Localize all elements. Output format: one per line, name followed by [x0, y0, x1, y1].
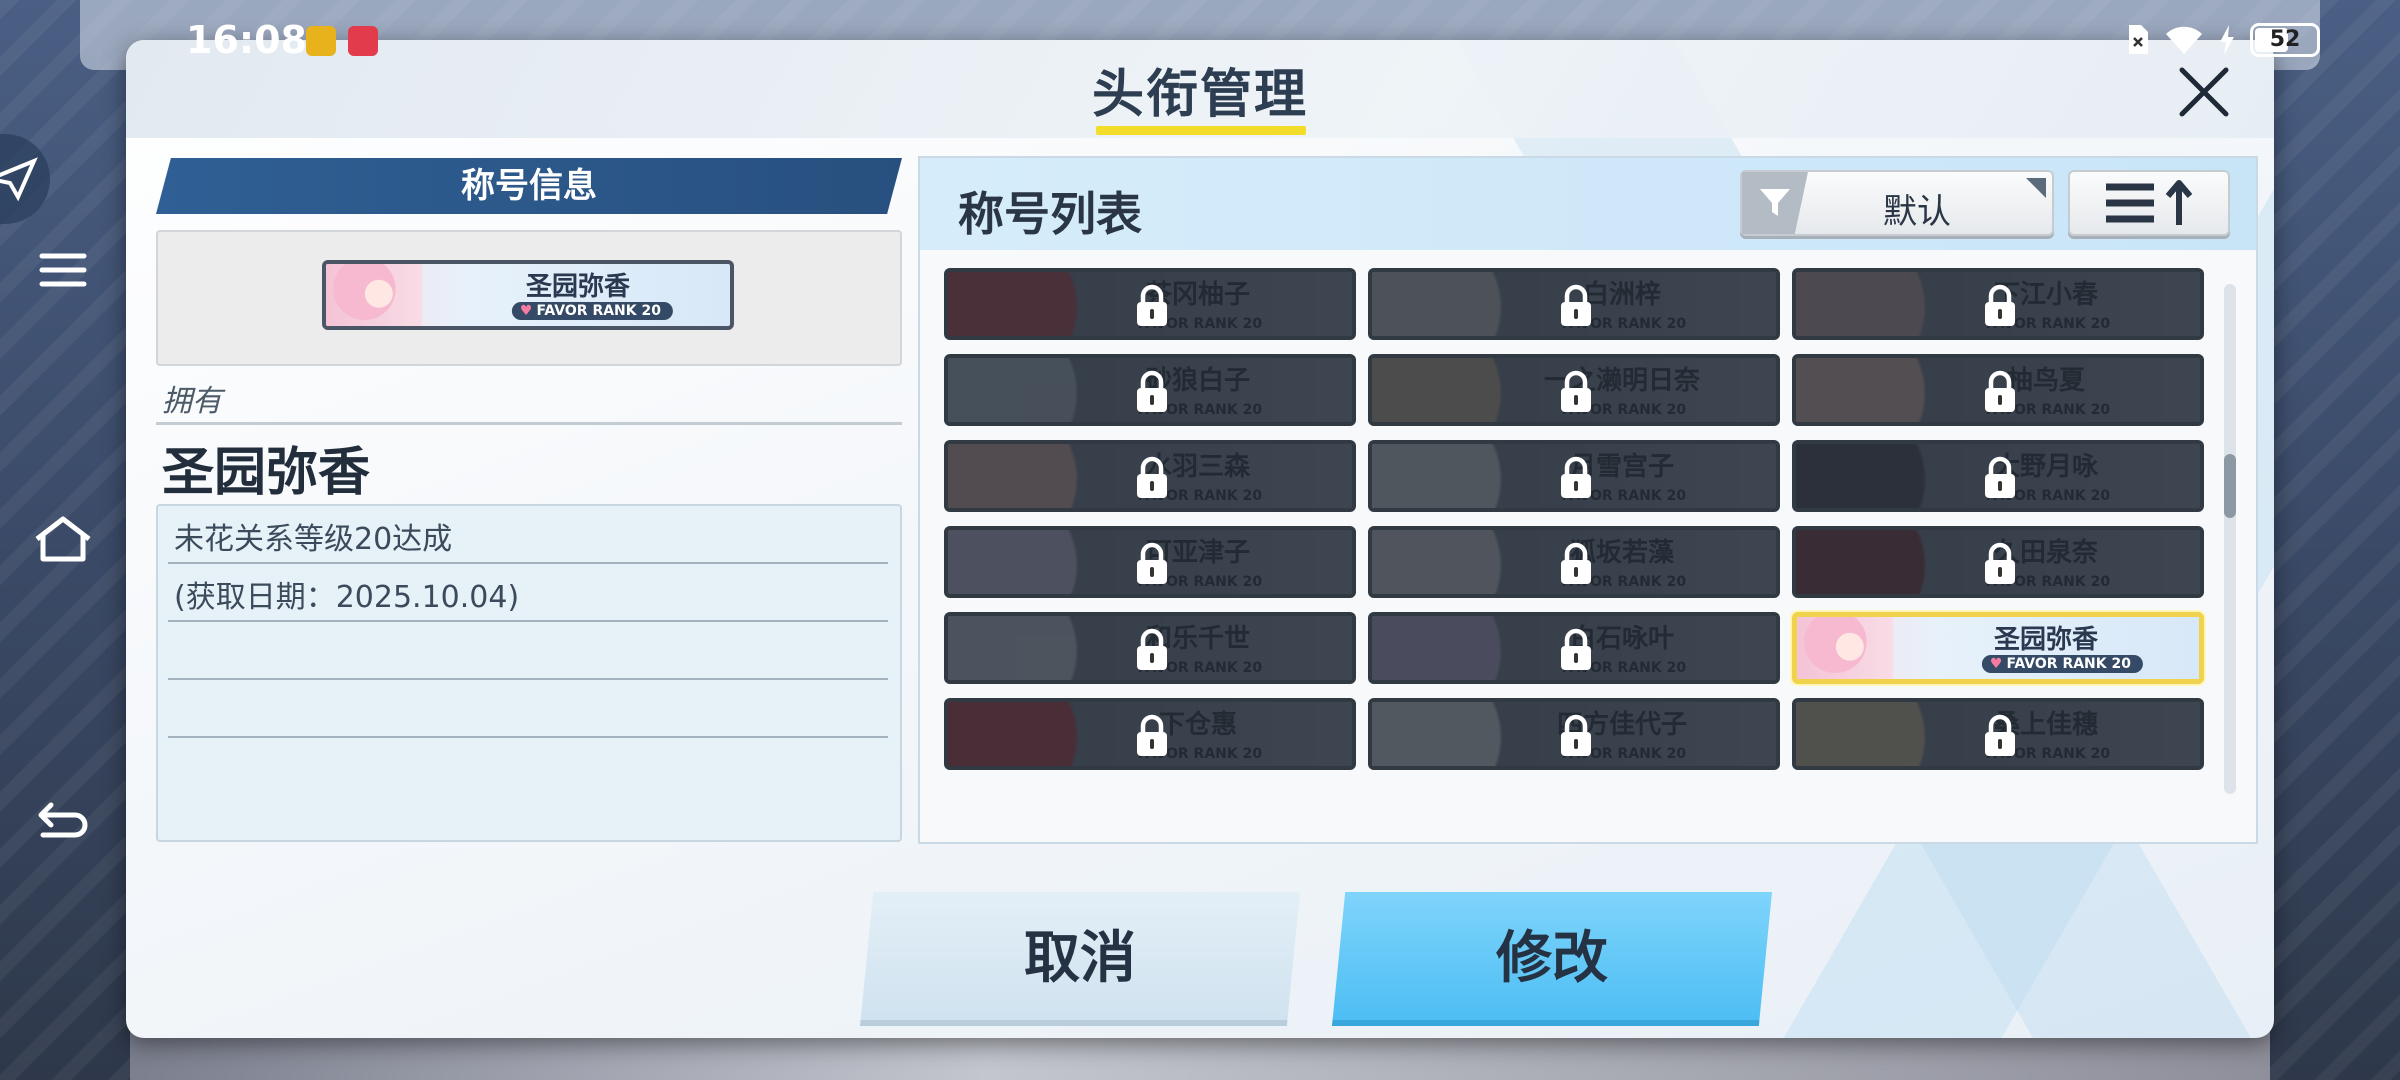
side-navigation — [0, 0, 126, 1080]
lock-icon — [1561, 628, 1591, 670]
lock-icon — [1137, 628, 1167, 670]
heart-icon: ♥ — [519, 303, 533, 319]
title-tile[interactable]: 大野月咏FAVOR RANK 20 — [1792, 440, 2204, 512]
home-button[interactable] — [28, 508, 98, 568]
owned-divider — [156, 422, 902, 425]
title-tile[interactable]: 桑上佳穗FAVOR RANK 20 — [1792, 698, 2204, 770]
title-preview-box: 圣园弥香 ♥ FAVOR RANK 20 — [156, 230, 902, 366]
cancel-button[interactable]: 取消 — [860, 892, 1300, 1026]
description-rule — [168, 678, 888, 680]
badge-title-name: 圣园弥香 — [525, 272, 630, 302]
battery-level: 52 — [2269, 27, 2301, 52]
character-portrait — [1797, 617, 1893, 679]
title-tile[interactable]: 圣园弥香 ♥ FAVOR RANK 20 — [1792, 612, 2204, 684]
lock-icon — [1561, 456, 1591, 498]
send-icon — [0, 157, 38, 202]
lock-icon — [1985, 456, 2015, 498]
title-description-box: 未花关系等级20达成 (获取日期：2025.10.04) — [156, 504, 902, 842]
title-underline — [1096, 126, 1306, 135]
status-time: 16:08 — [186, 18, 307, 62]
modify-button[interactable]: 修改 — [1332, 892, 1772, 1026]
arrow-up-icon — [2165, 180, 2193, 225]
title-tile[interactable]: 下仓惠FAVOR RANK 20 — [944, 698, 1356, 770]
title-tile[interactable]: 砂狼白子FAVOR RANK 20 — [944, 354, 1356, 426]
lock-icon — [1985, 542, 2015, 584]
sort-list-icon — [2106, 183, 2154, 223]
title-tile[interactable]: 久田泉奈FAVOR RANK 20 — [1792, 526, 2204, 598]
title-tile[interactable]: 白洲梓FAVOR RANK 20 — [1368, 268, 1780, 340]
description-rule — [168, 562, 888, 564]
share-button[interactable] — [0, 134, 50, 224]
title-tile-name: 圣园弥香 — [1993, 625, 2098, 655]
title-list-panel: 称号列表 默认 茶冈柚子FAVOR RANK 20白洲梓FAVOR RANK 2… — [918, 156, 2258, 844]
lock-icon — [1985, 370, 2015, 412]
lock-icon — [1137, 284, 1167, 326]
character-portrait — [326, 264, 422, 326]
back-icon — [38, 802, 88, 838]
title-tile[interactable]: 月雪宫子FAVOR RANK 20 — [1368, 440, 1780, 512]
title-tile[interactable]: 狐坂若藻FAVOR RANK 20 — [1368, 526, 1780, 598]
owned-label: 拥有 — [162, 384, 222, 419]
battery-icon: 52 — [2250, 23, 2320, 57]
back-button[interactable] — [28, 794, 98, 854]
title-management-dialog: 头衔管理 称号信息 圣园弥香 ♥ FAVOR RANK 20 拥有 圣园弥香 未花… — [126, 40, 2274, 1038]
heart-icon: ♥ — [1989, 656, 2003, 672]
title-grid: 茶冈柚子FAVOR RANK 20白洲梓FAVOR RANK 20下江小春FAV… — [944, 268, 2208, 830]
lock-icon — [1985, 284, 2015, 326]
title-tile[interactable]: 白石咏叶FAVOR RANK 20 — [1368, 612, 1780, 684]
title-tile[interactable]: 茶冈柚子FAVOR RANK 20 — [944, 268, 1356, 340]
badge-rank-text: FAVOR RANK 20 — [536, 303, 661, 319]
notification-app-icon — [348, 26, 378, 56]
notification-app-icon — [306, 26, 336, 56]
filter-selected-value: 默认 — [1883, 192, 1951, 232]
unlock-condition: 未花关系等级20达成 — [174, 522, 453, 557]
title-list-header: 称号列表 默认 — [920, 158, 2256, 250]
lock-icon — [1561, 284, 1591, 326]
wifi-icon — [2166, 26, 2202, 54]
title-tile[interactable]: 和乐千世FAVOR RANK 20 — [944, 612, 1356, 684]
description-rule — [168, 736, 888, 738]
title-tile[interactable]: 一之濑明日奈FAVOR RANK 20 — [1368, 354, 1780, 426]
sim-icon — [2129, 25, 2148, 54]
title-tile-rank-text: FAVOR RANK 20 — [2006, 656, 2131, 672]
lock-icon — [1137, 370, 1167, 412]
scrollbar-thumb[interactable] — [2224, 454, 2236, 518]
menu-button[interactable] — [28, 240, 98, 300]
charging-icon — [2220, 25, 2234, 55]
lock-icon — [1137, 714, 1167, 756]
dropdown-corner-icon — [2026, 178, 2046, 198]
title-tile[interactable]: 下江小春FAVOR RANK 20 — [1792, 268, 2204, 340]
acquired-date: (获取日期：2025.10.04) — [174, 580, 520, 615]
menu-icon — [39, 253, 87, 287]
title-tile[interactable]: 可亚津子FAVOR RANK 20 — [944, 526, 1356, 598]
title-list-heading: 称号列表 — [958, 187, 1142, 241]
title-grid-scrollbar[interactable] — [2224, 284, 2236, 794]
home-icon — [35, 516, 91, 562]
title-tile[interactable]: 水羽三森FAVOR RANK 20 — [944, 440, 1356, 512]
description-rule — [168, 620, 888, 622]
filter-icon — [1760, 189, 1790, 216]
sort-order-button[interactable] — [2068, 170, 2230, 236]
badge-rank-label: ♥ FAVOR RANK 20 — [511, 302, 673, 320]
lock-icon — [1137, 456, 1167, 498]
title-tile[interactable]: 柚鸟夏FAVOR RANK 20 — [1792, 354, 2204, 426]
filter-dropdown[interactable]: 默认 — [1740, 170, 2054, 236]
lock-icon — [1137, 542, 1167, 584]
status-indicators: 52 — [2126, 20, 2320, 60]
title-tile-rank: ♥ FAVOR RANK 20 — [1981, 655, 2143, 673]
status-bar: 16:08 52 — [0, 0, 2400, 80]
lock-icon — [1561, 542, 1591, 584]
title-preview-badge: 圣园弥香 ♥ FAVOR RANK 20 — [322, 260, 734, 330]
title-info-header: 称号信息 — [156, 158, 902, 214]
title-tile[interactable]: 四方佳代子FAVOR RANK 20 — [1368, 698, 1780, 770]
lock-icon — [1985, 714, 2015, 756]
owned-title-name: 圣园弥香 — [162, 443, 371, 503]
lock-icon — [1561, 370, 1591, 412]
lock-icon — [1561, 714, 1591, 756]
